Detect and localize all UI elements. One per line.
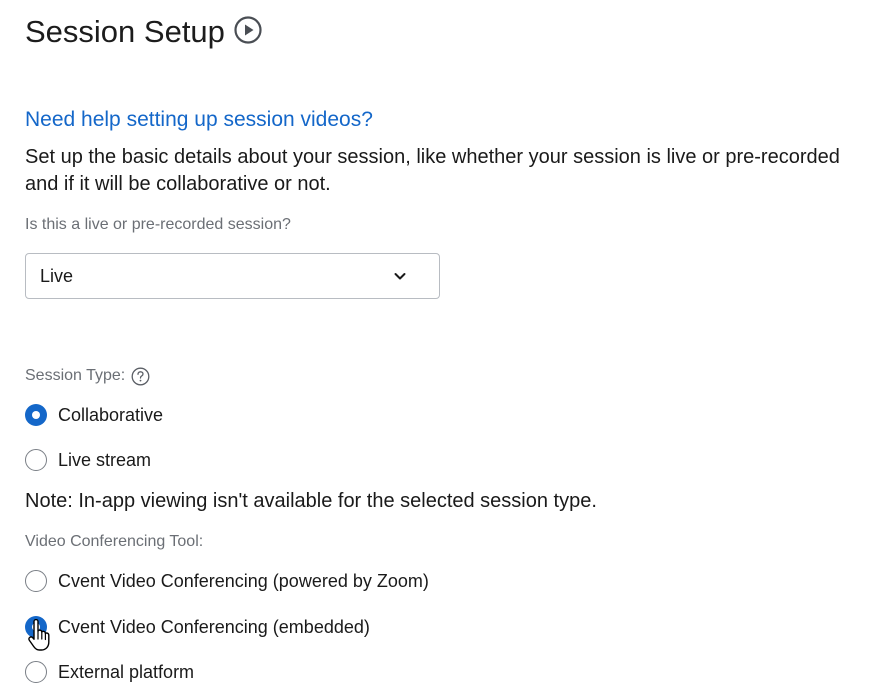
help-link[interactable]: Need help setting up session videos? xyxy=(25,107,373,133)
session-mode-select[interactable]: Live xyxy=(25,253,440,299)
intro-text: Set up the basic details about your sess… xyxy=(25,146,840,195)
radio-label: External platform xyxy=(58,662,195,682)
radio-label: Live stream xyxy=(58,450,152,470)
page-title: Session Setup xyxy=(25,14,225,49)
radio-button-checked[interactable] xyxy=(25,404,47,426)
question-circle-icon[interactable] xyxy=(131,367,150,386)
radio-button[interactable] xyxy=(25,570,47,592)
chevron-down-icon xyxy=(393,269,407,283)
video-tool-option-embedded[interactable]: Cvent Video Conferencing (embedded) xyxy=(25,616,370,638)
radio-button[interactable] xyxy=(25,449,47,471)
radio-button[interactable] xyxy=(25,661,47,683)
radio-label: Cvent Video Conferencing (embedded) xyxy=(58,617,370,637)
title-row: Session Setup xyxy=(25,12,263,52)
video-tool-option-external[interactable]: External platform xyxy=(25,661,194,683)
radio-label: Cvent Video Conferencing (powered by Zoo… xyxy=(58,571,429,591)
session-type-label: Session Type: xyxy=(25,367,126,384)
session-mode-value: Live xyxy=(40,265,74,286)
play-circle-icon[interactable] xyxy=(233,15,263,45)
radio-label: Collaborative xyxy=(58,405,164,425)
video-tool-label: Video Conferencing Tool: xyxy=(25,533,204,550)
session-type-option-collaborative[interactable]: Collaborative xyxy=(25,404,163,426)
session-type-option-live-stream[interactable]: Live stream xyxy=(25,449,151,471)
session-type-label-row: Session Type: xyxy=(25,366,150,386)
radio-button-checked[interactable] xyxy=(25,616,47,638)
note-text: Note: In-app viewing isn't available for… xyxy=(25,490,597,512)
video-tool-option-zoom[interactable]: Cvent Video Conferencing (powered by Zoo… xyxy=(25,570,429,592)
session-mode-label: Is this a live or pre-recorded session? xyxy=(25,216,291,233)
